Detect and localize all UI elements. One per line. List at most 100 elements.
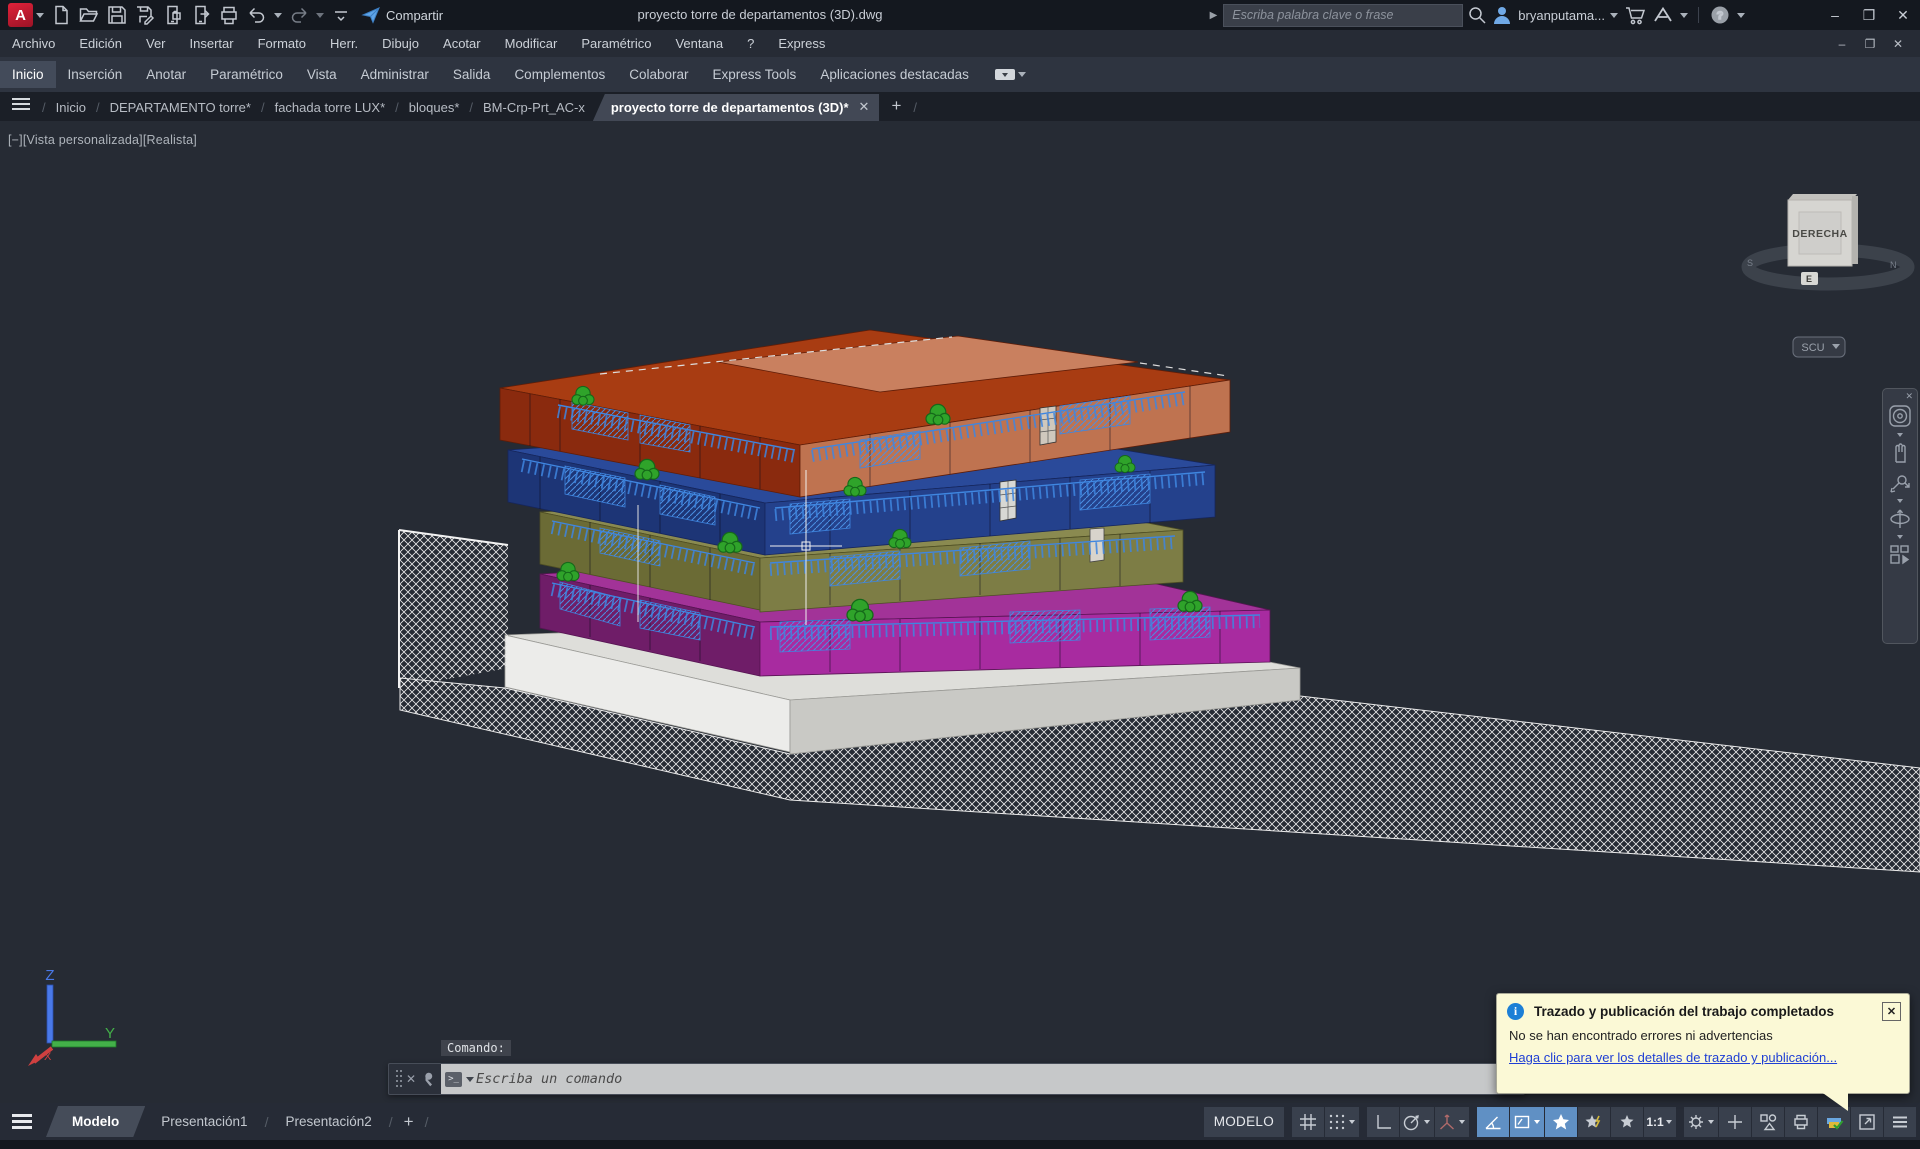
search-input[interactable]: [1223, 4, 1463, 27]
retaining-wall-hatch[interactable]: [399, 530, 508, 688]
layout-tab-presentacion2[interactable]: Presentación2: [269, 1106, 387, 1137]
command-bar-grip[interactable]: ✕: [389, 1064, 441, 1094]
annotation-monitor-button[interactable]: [1719, 1107, 1751, 1137]
menu-modificar[interactable]: Modificar: [493, 36, 570, 51]
customize-wrench-icon[interactable]: [419, 1071, 435, 1087]
annotation-scale-button[interactable]: 1:1: [1644, 1107, 1676, 1137]
orbit-icon[interactable]: [1888, 507, 1912, 531]
plot-button[interactable]: [216, 3, 242, 27]
ribbon-tab-aplicaciones[interactable]: Aplicaciones destacadas: [808, 61, 981, 88]
doc-close-button[interactable]: ✕: [1884, 37, 1912, 51]
zoom-extents-icon[interactable]: [1888, 471, 1912, 495]
app-minimize-button[interactable]: –: [1818, 7, 1852, 23]
user-menu-caret-icon[interactable]: [1610, 13, 1618, 18]
redo-button[interactable]: [286, 3, 312, 27]
annotation-scale-sync-button[interactable]: [1611, 1107, 1643, 1137]
user-avatar-icon[interactable]: [1491, 4, 1513, 26]
scu-button[interactable]: SCU: [1793, 337, 1845, 357]
autodesk-account-button[interactable]: [1650, 3, 1676, 27]
file-tab-bloques[interactable]: bloques*: [401, 95, 468, 121]
notification-close-button[interactable]: ✕: [1882, 1002, 1901, 1021]
command-input[interactable]: [474, 1070, 1493, 1088]
snap-mode-button[interactable]: [1325, 1107, 1359, 1137]
app-store-button[interactable]: [1622, 3, 1648, 27]
layout-tab-modelo[interactable]: Modelo: [46, 1106, 145, 1137]
layout-tab-presentacion1[interactable]: Presentación1: [145, 1106, 263, 1137]
osnap-tracking-button[interactable]: [1477, 1107, 1509, 1137]
annotation-autoscale-button[interactable]: [1578, 1107, 1610, 1137]
command-bar[interactable]: ✕ >_: [388, 1063, 1525, 1095]
doc-minimize-button[interactable]: –: [1828, 37, 1856, 51]
command-options-caret-icon[interactable]: [466, 1077, 474, 1082]
command-close-icon[interactable]: ✕: [406, 1072, 416, 1086]
snap-caret-icon[interactable]: [1349, 1120, 1355, 1124]
save-as-button[interactable]: [132, 3, 158, 27]
ribbon-tab-complementos[interactable]: Complementos: [502, 61, 617, 88]
ribbon-collapse-options-icon[interactable]: [1018, 72, 1026, 77]
file-tabs-menu-button[interactable]: [12, 95, 30, 113]
app-menu-caret-icon[interactable]: [36, 13, 44, 18]
file-tab-departamento-torre[interactable]: DEPARTAMENTO torre*: [102, 95, 259, 121]
file-tab-inicio[interactable]: Inicio: [48, 95, 94, 121]
polar-tracking-button[interactable]: [1400, 1107, 1434, 1137]
toolbar-customize-button[interactable]: [328, 3, 354, 27]
autodesk-caret-icon[interactable]: [1680, 13, 1688, 18]
undo-button[interactable]: [244, 3, 270, 27]
ribbon-tab-insercion[interactable]: Inserción: [56, 61, 135, 88]
save-button[interactable]: [104, 3, 130, 27]
new-file-button[interactable]: [48, 3, 74, 27]
viewport-controls-label[interactable]: [−][Vista personalizada][Realista]: [8, 133, 197, 147]
ribbon-tab-colaborar[interactable]: Colaborar: [617, 61, 700, 88]
menu-express[interactable]: Express: [766, 36, 837, 51]
redo-history-caret-icon[interactable]: [316, 13, 324, 18]
model-space-toggle-button[interactable]: MODELO: [1204, 1107, 1284, 1137]
undo-history-caret-icon[interactable]: [274, 13, 282, 18]
ribbon-tab-anotar[interactable]: Anotar: [134, 61, 198, 88]
plot-status-button[interactable]: [1818, 1107, 1850, 1137]
isolate-objects-button[interactable]: [1752, 1107, 1784, 1137]
annotation-visibility-button[interactable]: [1545, 1107, 1577, 1137]
navbar-close-icon[interactable]: ✕: [1905, 392, 1913, 400]
menu-acotar[interactable]: Acotar: [431, 36, 493, 51]
workspace-caret-icon[interactable]: [1708, 1120, 1714, 1124]
doc-restore-button[interactable]: ❐: [1856, 37, 1884, 51]
isodraft-button[interactable]: [1435, 1107, 1469, 1137]
zoom-caret-icon[interactable]: [1897, 499, 1903, 503]
polar-caret-icon[interactable]: [1424, 1120, 1430, 1124]
search-button[interactable]: [1464, 3, 1490, 27]
pan-hand-icon[interactable]: [1888, 441, 1912, 465]
menu-ver[interactable]: Ver: [134, 36, 178, 51]
menu-insertar[interactable]: Insertar: [178, 36, 246, 51]
open-file-button[interactable]: [76, 3, 102, 27]
ribbon-tab-salida[interactable]: Salida: [441, 61, 503, 88]
menu-edicion[interactable]: Edición: [67, 36, 134, 51]
grid-display-button[interactable]: [1292, 1107, 1324, 1137]
share-button[interactable]: Compartir: [361, 5, 443, 25]
scale-caret-icon[interactable]: [1666, 1120, 1672, 1124]
menu-herramientas[interactable]: Herr.: [318, 36, 370, 51]
status-customize-button[interactable]: [1884, 1107, 1916, 1137]
ribbon-tab-express-tools[interactable]: Express Tools: [701, 61, 809, 88]
ribbon-tab-inicio[interactable]: Inicio: [0, 61, 56, 88]
menu-dibujo[interactable]: Dibujo: [370, 36, 431, 51]
ribbon-tab-parametrico[interactable]: Paramétrico: [198, 61, 295, 88]
file-tab-close-icon[interactable]: ✕: [859, 99, 870, 115]
plot-details-button[interactable]: [1785, 1107, 1817, 1137]
help-caret-icon[interactable]: [1737, 13, 1745, 18]
file-tab-fachada-torre-lux[interactable]: fachada torre LUX*: [267, 95, 394, 121]
username-label[interactable]: bryanputama...: [1518, 8, 1605, 23]
drawing-area[interactable]: S N DERECHA E SCU Z Y: [0, 121, 1920, 1103]
ribbon-collapse-button[interactable]: [995, 69, 1015, 80]
showmotion-icon[interactable]: [1888, 543, 1912, 567]
file-tab-bm-crp[interactable]: BM-Crp-Prt_AC-x: [475, 95, 593, 121]
steering-wheel-icon[interactable]: [1887, 403, 1913, 429]
open-from-mobile-button[interactable]: [160, 3, 186, 27]
app-close-button[interactable]: ✕: [1886, 7, 1920, 24]
3d-model-view[interactable]: S N DERECHA E SCU Z Y: [0, 121, 1920, 1103]
help-button[interactable]: ?: [1707, 3, 1733, 27]
new-drawing-tab-button[interactable]: +: [879, 93, 911, 121]
ortho-mode-button[interactable]: [1367, 1107, 1399, 1137]
osnap-caret-icon[interactable]: [1534, 1120, 1540, 1124]
app-restore-button[interactable]: ❐: [1852, 7, 1886, 24]
dynamic-input-button[interactable]: [1510, 1107, 1544, 1137]
